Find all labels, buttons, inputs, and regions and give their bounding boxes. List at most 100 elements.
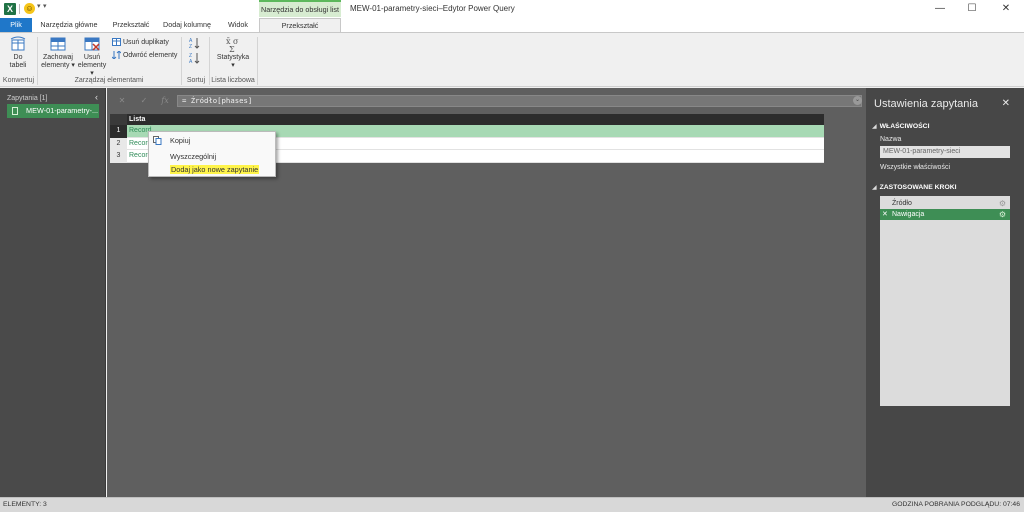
reverse-items-button[interactable]: Odwróć elementy xyxy=(111,50,178,60)
step-item-source[interactable]: Źródło ⚙ xyxy=(880,198,1010,209)
close-window-button[interactable]: ✕ xyxy=(994,0,1018,18)
svg-text:Σ: Σ xyxy=(229,45,235,52)
name-label: Nazwa xyxy=(880,136,902,143)
maximize-button[interactable]: ☐ xyxy=(960,0,984,18)
query-name-input[interactable]: MEW-01-parametry-sieci xyxy=(880,146,1010,158)
group-label-convert: Konwertuj xyxy=(2,77,35,84)
to-table-label-2: tabeli xyxy=(9,62,27,69)
to-table-button[interactable]: Do tabeli xyxy=(4,36,32,76)
chevron-down-icon: ▾ xyxy=(231,62,235,69)
applied-steps-section-header[interactable]: ◢ ZASTOSOWANE KROKI xyxy=(872,184,957,191)
keep-items-label-2: elementy ▾ xyxy=(41,62,75,69)
svg-text:A: A xyxy=(189,59,193,64)
applied-steps-list: Źródło ⚙ ✕ Nawigacja ⚙ xyxy=(880,196,1010,406)
confirm-formula-button[interactable]: ✓ xyxy=(137,95,151,107)
ribbon: Do tabeli Konwertuj Zachowaj elementy ▾ … xyxy=(0,32,1024,87)
status-elements-count: ELEMENTY: 3 xyxy=(3,501,47,508)
formula-input[interactable]: = Źródło[phases] xyxy=(177,95,862,107)
expand-formula-icon[interactable]: ⌄ xyxy=(853,96,862,105)
customize-quick-access-icon[interactable]: ▾ xyxy=(43,2,47,10)
menu-item-drill-down[interactable]: Wyszczególnij xyxy=(149,150,275,163)
excel-icon[interactable]: X xyxy=(4,3,16,15)
keep-items-label-1: Zachowaj xyxy=(43,54,73,61)
chevron-down-icon[interactable]: ▾ xyxy=(37,2,41,10)
title-bar: X ☺ ▾ ▾ Narzędzia do obsługi list MEW-01… xyxy=(0,0,1024,18)
collapse-triangle-icon: ◢ xyxy=(872,124,877,130)
tab-add-column[interactable]: Dodaj kolumnę xyxy=(158,18,216,32)
gear-icon[interactable]: ⚙ xyxy=(999,198,1006,209)
ribbon-tabs: Plik Narzędzia główne Przekształć Dodaj … xyxy=(0,18,1024,33)
status-preview-time: GODZINA POBRANIA PODGLĄDU: 07:46 xyxy=(891,501,1020,508)
tab-home[interactable]: Narzędzia główne xyxy=(36,18,102,32)
menu-item-copy-label: Kopiuj xyxy=(170,136,191,145)
gear-icon[interactable]: ⚙ xyxy=(999,209,1006,220)
row-number: 1 xyxy=(110,125,127,138)
tab-transform[interactable]: Przekształć xyxy=(106,18,156,32)
to-table-label-1: Do xyxy=(13,54,23,61)
sort-ascending-button[interactable]: A Z xyxy=(189,37,201,50)
menu-item-copy[interactable]: Kopiuj xyxy=(149,134,275,147)
remove-items-label-1: Usuń xyxy=(83,54,101,61)
group-label-manage-items: Zarządzaj elementami xyxy=(74,77,144,84)
cancel-formula-button[interactable]: ✕ xyxy=(115,95,129,107)
grid-corner[interactable] xyxy=(110,114,127,125)
queries-header: Zapytania [1] xyxy=(7,95,48,102)
menu-item-add-as-new-query-label: Dodaj jako nowe zapytanie xyxy=(170,165,260,174)
delete-step-icon[interactable]: ✕ xyxy=(882,209,888,220)
reverse-items-label: Odwróć elementy xyxy=(122,51,178,59)
contextual-tab-group-label: Narzędzia do obsługi list xyxy=(259,0,341,17)
remove-duplicates-button[interactable]: Usuń duplikaty xyxy=(112,38,169,47)
statistics-button[interactable]: x̄ σ Σ Statystyka ▾ xyxy=(214,36,252,76)
to-table-icon xyxy=(10,36,26,51)
minimize-button[interactable]: — xyxy=(928,0,952,18)
collapse-queries-icon[interactable]: ‹ xyxy=(95,92,98,102)
step-label: Źródło xyxy=(892,200,912,207)
reverse-items-icon xyxy=(111,50,122,60)
statistics-icon: x̄ σ Σ xyxy=(226,37,239,52)
group-separator xyxy=(257,37,258,85)
menu-item-drill-down-label: Wyszczególnij xyxy=(170,152,217,161)
context-menu: Kopiuj Wyszczególnij Dodaj jako nowe zap… xyxy=(148,131,276,177)
formula-bar: ✕ ✓ fx = Źródło[phases] ⌄ xyxy=(107,95,866,107)
keep-items-icon xyxy=(50,37,66,51)
query-item-label: MEW-01-parametry-... xyxy=(26,106,99,115)
query-settings-pane: Ustawienia zapytania ✕ ◢ WŁAŚCIWOŚCI Nazw… xyxy=(866,88,1024,497)
collapse-triangle-icon: ◢ xyxy=(872,185,877,191)
keep-items-button[interactable]: Zachowaj elementy ▾ xyxy=(40,36,76,76)
sort-ascending-icon: A Z xyxy=(189,38,200,50)
window-title: MEW-01-parametry-sieci–Edytor Power Quer… xyxy=(350,4,515,13)
group-label-sort: Sortuj xyxy=(186,77,206,84)
queries-pane: Zapytania [1] ‹ MEW-01-parametry-... xyxy=(0,88,106,497)
remove-duplicates-label: Usuń duplikaty xyxy=(122,38,169,46)
tab-context-transform[interactable]: Przekształć xyxy=(259,18,341,33)
step-item-navigation[interactable]: ✕ Nawigacja ⚙ xyxy=(880,209,1010,220)
smiley-feedback-icon[interactable]: ☺ xyxy=(24,3,35,14)
properties-section-header[interactable]: ◢ WŁAŚCIWOŚCI xyxy=(872,123,929,130)
sort-descending-icon: Z A xyxy=(189,53,200,65)
fx-icon[interactable]: fx xyxy=(158,95,172,107)
row-number: 2 xyxy=(110,137,127,150)
sort-descending-button[interactable]: Z A xyxy=(189,52,201,65)
group-separator xyxy=(181,37,182,85)
step-label: Nawigacja xyxy=(892,211,925,218)
menu-item-add-as-new-query[interactable]: Dodaj jako nowe zapytanie xyxy=(149,163,275,176)
remove-items-label-2: elementy ▾ xyxy=(77,62,107,77)
remove-items-icon xyxy=(84,37,100,51)
grid-header: Lista xyxy=(110,114,824,125)
list-query-icon xyxy=(12,107,18,115)
group-label-numeric-list: Lista liczbowa xyxy=(211,77,255,84)
close-settings-icon[interactable]: ✕ xyxy=(1002,98,1010,109)
svg-text:Z: Z xyxy=(189,44,192,49)
tab-file[interactable]: Plik xyxy=(0,18,32,32)
status-bar: ELEMENTY: 3 GODZINA POBRANIA PODGLĄDU: 0… xyxy=(0,497,1024,512)
row-number: 3 xyxy=(110,150,127,163)
quick-access-separator xyxy=(19,4,20,14)
query-item[interactable]: MEW-01-parametry-... xyxy=(7,104,99,118)
statistics-label: Statystyka xyxy=(216,54,250,61)
all-properties-link[interactable]: Wszystkie właściwości xyxy=(880,164,950,171)
remove-items-button[interactable]: Usuń elementy ▾ xyxy=(76,36,108,77)
remove-duplicates-icon xyxy=(112,38,121,46)
column-header-lista[interactable]: Lista xyxy=(127,114,145,125)
copy-icon xyxy=(153,136,162,145)
tab-view[interactable]: Widok xyxy=(220,18,256,32)
